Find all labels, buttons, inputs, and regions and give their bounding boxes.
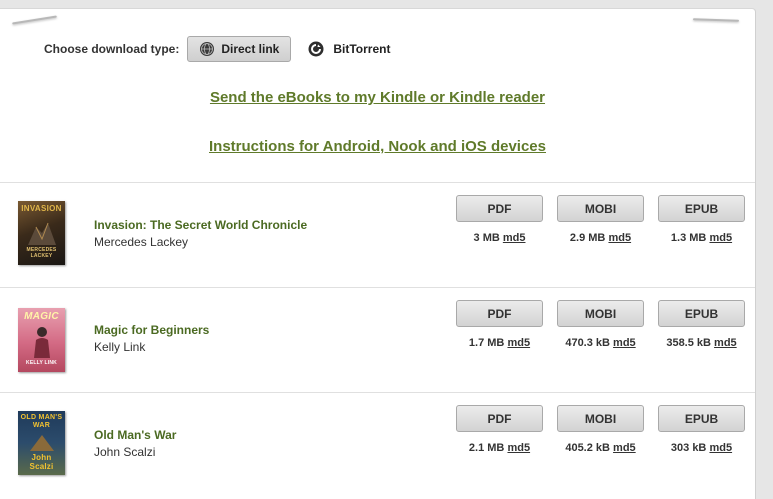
book-title[interactable]: Invasion: The Secret World Chronicle	[94, 218, 307, 232]
epub-file-size: 358.5 kB md5	[651, 337, 752, 349]
md5-link[interactable]: md5	[714, 337, 737, 349]
md5-link[interactable]: md5	[709, 442, 732, 454]
file-size-text: 1.7 MB	[468, 337, 505, 349]
pdf-download-button[interactable]: PDF	[456, 300, 543, 327]
cover-art-icon	[34, 327, 50, 358]
globe-icon	[200, 42, 215, 56]
mobi-file-size: 405.2 kB md5	[550, 442, 651, 454]
mobi-file-size: 2.9 MB md5	[550, 232, 651, 244]
file-size-text: 2.9 MB	[569, 232, 606, 244]
md5-link[interactable]: md5	[613, 337, 636, 349]
pdf-download-button[interactable]: PDF	[456, 195, 543, 222]
cover-title-text: OLD MAN'S WAR	[20, 414, 63, 429]
pdf-file-size: 2.1 MB md5	[449, 442, 550, 454]
bittorrent-option[interactable]: BitTorrent	[308, 41, 390, 57]
book-title[interactable]: Magic for Beginners	[94, 323, 209, 337]
book-row: INVASION MERCEDES LACKEY Invasion: The S…	[0, 182, 755, 287]
md5-link[interactable]: md5	[709, 232, 732, 244]
file-size-text: 3 MB	[473, 232, 500, 244]
epub-file-size: 303 kB md5	[651, 442, 752, 454]
book-cover-image: INVASION MERCEDES LACKEY	[18, 201, 65, 265]
pdf-file-size: 1.7 MB md5	[449, 337, 550, 349]
file-size-text: 1.3 MB	[670, 232, 707, 244]
file-size-text: 358.5 kB	[666, 337, 711, 349]
cover-art-icon	[28, 222, 56, 245]
send-to-kindle-link[interactable]: Send the eBooks to my Kindle or Kindle r…	[0, 89, 755, 106]
mobi-download-button[interactable]: MOBI	[557, 195, 644, 222]
pdf-download-button[interactable]: PDF	[456, 405, 543, 432]
book-author: Mercedes Lackey	[94, 235, 189, 249]
book-cover-image: OLD MAN'S WAR John Scalzi	[18, 411, 65, 475]
md5-link[interactable]: md5	[613, 442, 636, 454]
cover-title-text: MAGIC	[24, 311, 59, 322]
mobi-download-button[interactable]: MOBI	[557, 300, 644, 327]
book-author: Kelly Link	[94, 340, 146, 354]
bittorrent-label: BitTorrent	[333, 42, 391, 56]
mobi-file-size: 470.3 kB md5	[550, 337, 651, 349]
file-size-text: 2.1 MB	[468, 442, 505, 454]
direct-link-button[interactable]: Direct link	[187, 36, 292, 62]
mobi-download-button[interactable]: MOBI	[557, 405, 644, 432]
download-type-selector: Choose download type: Direct link BitTor…	[44, 34, 390, 64]
file-size-text: 470.3 kB	[565, 337, 610, 349]
cover-title-text: INVASION	[21, 204, 62, 213]
book-author: John Scalzi	[94, 445, 156, 459]
download-type-label: Choose download type:	[44, 42, 180, 56]
torrent-icon	[308, 41, 324, 57]
cover-author-text: KELLY LINK	[26, 360, 57, 366]
cover-author-text: John Scalzi	[29, 453, 54, 471]
file-size-text: 405.2 kB	[565, 442, 610, 454]
epub-download-button[interactable]: EPUB	[658, 405, 745, 432]
epub-file-size: 1.3 MB md5	[651, 232, 752, 244]
pdf-file-size: 3 MB md5	[449, 232, 550, 244]
md5-link[interactable]: md5	[507, 442, 530, 454]
book-title[interactable]: Old Man's War	[94, 428, 176, 442]
direct-link-label: Direct link	[221, 42, 280, 56]
cover-art-icon	[30, 435, 54, 451]
epub-download-button[interactable]: EPUB	[658, 300, 745, 327]
book-row: OLD MAN'S WAR John Scalzi Old Man's War …	[0, 392, 755, 497]
book-cover-image: MAGIC KELLY LINK	[18, 308, 65, 372]
md5-link[interactable]: md5	[507, 337, 530, 349]
device-instructions-link[interactable]: Instructions for Android, Nook and iOS d…	[0, 138, 755, 155]
md5-link[interactable]: md5	[503, 232, 526, 244]
book-row: MAGIC KELLY LINK Magic for Beginners Kel…	[0, 287, 755, 392]
file-size-text: 303 kB	[670, 442, 707, 454]
md5-link[interactable]: md5	[608, 232, 631, 244]
epub-download-button[interactable]: EPUB	[658, 195, 745, 222]
cover-author-text: MERCEDES LACKEY	[26, 247, 57, 259]
